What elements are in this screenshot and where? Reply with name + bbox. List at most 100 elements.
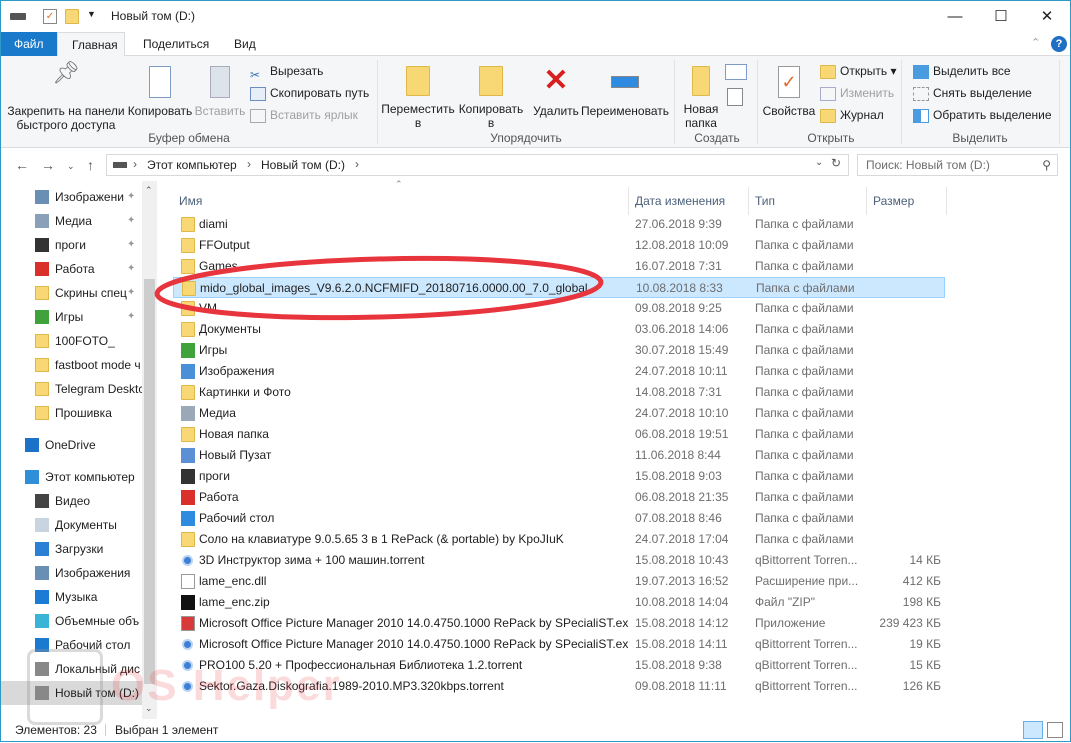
file-row[interactable]: mido_global_images_V9.6.2.0.NCFMIFD_2018… [173, 277, 945, 298]
refresh-icon[interactable]: ↻ [831, 156, 841, 170]
nav-item[interactable]: Работа ✦ [1, 257, 142, 281]
file-row[interactable]: Игры 30.07.2018 15:49 Папка с файлами [173, 340, 945, 361]
search-input[interactable]: Поиск: Новый том (D:) ⚲ [857, 154, 1058, 176]
back-button[interactable]: ← [15, 157, 29, 173]
nav-item[interactable]: Документы [1, 513, 142, 537]
tab-file[interactable]: Файл [1, 32, 57, 56]
nav-item[interactable]: Скрины спец ✦ [1, 281, 142, 305]
file-row[interactable]: Работа 06.08.2018 21:35 Папка с файлами [173, 487, 945, 508]
file-row[interactable]: lame_enc.zip 10.08.2018 14:04 Файл "ZIP" 19… [173, 592, 945, 613]
open-button[interactable]: Открыть ▾ [820, 61, 897, 81]
address-bar[interactable]: › Этот компьютер › Новый том (D:) › ⌄ ↻ [106, 154, 849, 176]
column-header-name[interactable]: Имя [173, 187, 629, 215]
column-header-date[interactable]: Дата изменения [629, 187, 749, 215]
scroll-up-icon[interactable]: ⌃ [145, 185, 153, 196]
rename-button[interactable]: Переименовать [581, 66, 669, 118]
nav-item[interactable]: проги ✦ [1, 233, 142, 257]
pin-icon[interactable]: ✦ [127, 209, 135, 233]
file-row[interactable]: Microsoft Office Picture Manager 2010 14… [173, 634, 945, 655]
new-folder-qa-icon[interactable] [65, 9, 79, 24]
up-button[interactable]: ↑ [87, 157, 94, 173]
pin-icon[interactable]: ✦ [127, 257, 135, 281]
pin-icon[interactable]: ✦ [127, 233, 135, 257]
file-row[interactable]: Соло на клавиатуре 9.0.5.65 3 в 1 RePack… [173, 529, 945, 550]
nav-item[interactable]: 100FOTO_ [1, 329, 142, 353]
maximize-button[interactable]: ☐ [978, 1, 1024, 32]
pin-icon[interactable]: ✦ [127, 185, 135, 209]
nav-item[interactable]: Объемные объ [1, 609, 142, 633]
nav-item[interactable]: Этот компьютер [1, 465, 142, 489]
tab-view[interactable]: Вид [220, 32, 270, 56]
pin-icon[interactable]: ✦ [127, 305, 135, 329]
recent-dropdown[interactable]: ⌄ [67, 161, 75, 172]
nav-item[interactable]: OneDrive [1, 433, 142, 457]
pin-button[interactable]: 📌︎ Закрепить на панели быстрого доступа [5, 62, 127, 133]
nav-item[interactable]: Медиа ✦ [1, 209, 142, 233]
column-header-type[interactable]: Тип [749, 187, 867, 215]
properties-button[interactable]: ✓ Свойства [761, 66, 817, 118]
large-icons-view-button[interactable] [1047, 722, 1063, 738]
customize-qa-icon[interactable]: ▼ [87, 9, 101, 24]
minimize-button[interactable]: — [932, 1, 978, 32]
copy-to-button[interactable]: Копировать в [456, 66, 526, 130]
delete-button[interactable]: ✕ Удалить [532, 66, 580, 119]
select-none-button[interactable]: Снять выделение [913, 83, 1032, 103]
close-button[interactable]: ✕ [1024, 1, 1070, 32]
breadcrumb-chevron[interactable]: › [247, 157, 251, 171]
easy-access-icon[interactable] [727, 88, 743, 106]
file-row[interactable]: Рабочий стол 07.08.2018 8:46 Папка с файла… [173, 508, 945, 529]
file-row[interactable]: Новый Пузат 11.06.2018 8:44 Папка с файлам… [173, 445, 945, 466]
history-button[interactable]: Журнал [820, 105, 884, 125]
edit-button[interactable]: Изменить [820, 83, 894, 103]
nav-item[interactable]: fastboot mode ч [1, 353, 142, 377]
file-type: Папка с файлами [755, 301, 854, 315]
new-item-icon[interactable] [725, 64, 747, 80]
tab-share[interactable]: Поделиться [129, 32, 223, 56]
nav-item[interactable]: Музыка [1, 585, 142, 609]
file-row[interactable]: Медиа 24.07.2018 10:10 Папка с файлами [173, 403, 945, 424]
pin-icon[interactable]: ✦ [127, 281, 135, 305]
copy-button[interactable]: Копировать [127, 66, 193, 118]
file-row[interactable]: VM 09.08.2018 9:25 Папка с файлами [173, 298, 945, 319]
nav-item[interactable]: Игры ✦ [1, 305, 142, 329]
properties-qa-icon[interactable]: ✓ [43, 9, 57, 24]
file-row[interactable]: Документы 03.06.2018 14:06 Папка с файлами [173, 319, 945, 340]
file-row[interactable]: Картинки и Фото 14.08.2018 7:31 Папка с фа… [173, 382, 945, 403]
paste-button[interactable]: Вставить [194, 66, 246, 118]
details-view-button[interactable] [1023, 721, 1043, 739]
forward-button[interactable]: → [41, 157, 55, 173]
nav-item[interactable]: Видео [1, 489, 142, 513]
breadcrumb-chevron[interactable]: › [355, 157, 359, 171]
file-row[interactable]: Новая папка 06.08.2018 19:51 Папка с файла… [173, 424, 945, 445]
file-row[interactable]: проги 15.08.2018 9:03 Папка с файлами [173, 466, 945, 487]
paste-shortcut-button[interactable]: Вставить ярлык [250, 105, 358, 125]
cut-button[interactable]: ✂ Вырезать [250, 61, 323, 82]
collapse-ribbon-icon[interactable]: ⌃ [1031, 36, 1040, 49]
column-header-size[interactable]: Размер [867, 187, 947, 215]
nav-item[interactable]: Изображени ✦ [1, 185, 142, 209]
new-folder-button[interactable]: Новая папка [679, 66, 723, 130]
file-row[interactable]: FFOutput 12.08.2018 10:09 Папка с файлами [173, 235, 945, 256]
nav-item[interactable]: Telegram Desktc [1, 377, 144, 401]
file-row[interactable]: diami 27.06.2018 9:39 Папка с файлами [173, 214, 945, 235]
file-row[interactable]: lame_enc.dll 19.07.2013 16:52 Расширение п… [173, 571, 945, 592]
move-to-button[interactable]: Переместить в [381, 66, 455, 130]
address-dropdown-icon[interactable]: ⌄ [815, 157, 823, 168]
scroll-thumb[interactable] [144, 279, 155, 684]
file-row[interactable]: Microsoft Office Picture Manager 2010 14… [173, 613, 945, 634]
breadcrumb-drive[interactable]: Новый том (D:) [261, 158, 345, 172]
nav-item[interactable]: Изображения [1, 561, 142, 585]
nav-item[interactable]: Загрузки [1, 537, 142, 561]
file-row[interactable]: 3D Инструктор зима + 100 машин.torrent 15… [173, 550, 945, 571]
breadcrumb-chevron[interactable]: › [133, 157, 137, 171]
copy-path-button[interactable]: Скопировать путь [250, 83, 369, 103]
breadcrumb-computer[interactable]: Этот компьютер [147, 158, 237, 172]
nav-item[interactable]: Прошивка [1, 401, 142, 425]
nav-scrollbar[interactable]: ⌃ ⌄ [142, 181, 157, 719]
file-row[interactable]: Изображения 24.07.2018 10:11 Папка с файла… [173, 361, 945, 382]
select-all-button[interactable]: Выделить все [913, 61, 1011, 81]
help-icon[interactable]: ? [1051, 36, 1067, 52]
file-row[interactable]: Games 16.07.2018 7:31 Папка с файлами [173, 256, 945, 277]
invert-selection-button[interactable]: Обратить выделение [913, 105, 1052, 125]
tab-home[interactable]: Главная [57, 32, 125, 57]
